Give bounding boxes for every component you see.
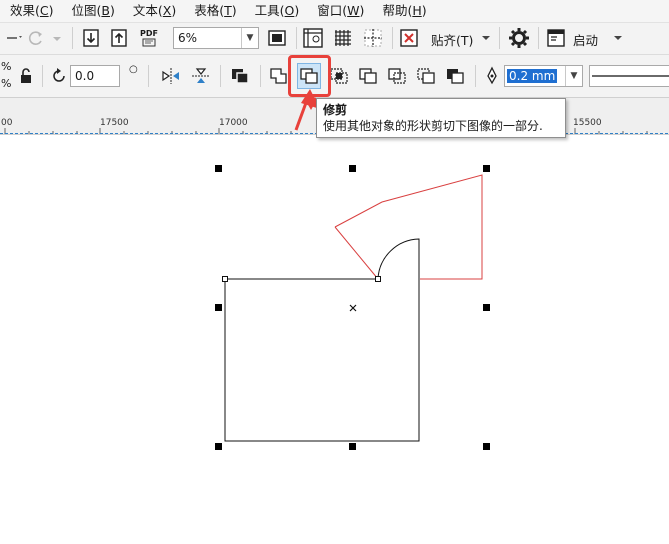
show-guidelines-icon[interactable] (362, 27, 384, 49)
center-marker-icon (349, 304, 357, 312)
menu-window[interactable]: 窗口(W) (307, 0, 372, 22)
gear-icon[interactable] (508, 27, 530, 49)
selection-handle-top-left[interactable] (215, 165, 222, 172)
undo-dropdown-icon[interactable] (4, 29, 22, 47)
full-screen-preview-icon[interactable] (266, 28, 288, 48)
black-trimmed-shape (224, 238, 420, 442)
red-polygon-edge (334, 226, 379, 280)
selection-handle-bottom-right[interactable] (483, 443, 490, 450)
tooltip-title: 修剪 (323, 103, 348, 117)
menu-effects[interactable]: 效果(C) (0, 0, 62, 22)
mirror-vertical-icon[interactable] (190, 66, 212, 86)
selection-handle-right[interactable] (483, 304, 490, 311)
selection-handle-bottom[interactable] (349, 443, 356, 450)
mirror-horizontal-icon[interactable] (160, 66, 182, 86)
snap-dropdown-icon[interactable] (479, 29, 493, 47)
snap-to-label[interactable]: 贴齐(T) (431, 30, 473, 49)
zoom-level-value: 6% (178, 31, 198, 45)
combine-icon[interactable] (229, 66, 251, 86)
scale-percent-bottom: % (1, 77, 12, 90)
selection-handle-top-right[interactable] (483, 165, 490, 172)
import-icon[interactable] (81, 28, 101, 48)
selection-handle-left[interactable] (215, 304, 222, 311)
menu-bitmaps[interactable]: 位图(B) (62, 0, 123, 22)
rotate-icon (50, 67, 68, 85)
simplify-icon[interactable] (357, 66, 379, 86)
drawing-canvas[interactable] (0, 135, 669, 544)
back-minus-front-icon[interactable] (415, 66, 437, 86)
snap-off-icon[interactable] (398, 27, 420, 49)
outline-width-value: 0.2 mm (507, 69, 558, 83)
menu-bar: 效果(C) 位图(B) 文本(X) 表格(T) 工具(O) 窗口(W) 帮助(H… (0, 0, 669, 23)
rotation-angle-input[interactable]: 0.0 (70, 65, 120, 87)
menu-help[interactable]: 帮助(H) (372, 0, 434, 22)
red-polygon-shape (334, 174, 483, 280)
scale-percent-top: % (1, 60, 12, 73)
create-boundary-icon[interactable] (444, 66, 466, 86)
publish-pdf-icon[interactable]: PDF (138, 27, 160, 49)
redo-icon[interactable] (26, 29, 46, 47)
intersect-icon[interactable] (328, 66, 350, 86)
weld-icon[interactable] (268, 66, 290, 86)
menu-text[interactable]: 文本(X) (123, 0, 184, 22)
menu-tools[interactable]: 工具(O) (245, 0, 308, 22)
selection-handle-bottom-left[interactable] (215, 443, 222, 450)
export-icon[interactable] (109, 28, 129, 48)
tooltip-description: 使用其他对象的形状剪切下图像的一部分. (323, 119, 543, 133)
front-minus-back-icon[interactable] (386, 66, 408, 86)
canvas-drawing (222, 174, 483, 442)
outline-style-preview (592, 75, 669, 77)
outline-pen-icon (483, 66, 501, 86)
launcher-label[interactable]: 启动 (573, 30, 598, 49)
standard-toolbar: PDF 6% ▼ 贴齐(T) 启动 (0, 23, 669, 55)
rotation-angle-value: 0.0 (75, 69, 95, 83)
node-handle (222, 276, 228, 282)
trim-tooltip: 修剪 使用其他对象的形状剪切下图像的一部分. (316, 98, 566, 138)
chevron-down-icon: ▼ (565, 66, 582, 86)
lock-ratio-icon[interactable] (18, 67, 34, 85)
menu-table[interactable]: 表格(T) (184, 0, 244, 22)
zoom-level-combo[interactable]: 6% ▼ (173, 27, 259, 49)
property-bar: % % 0.0 ○ 0.2 mm ▼ (0, 55, 669, 98)
show-rulers-icon[interactable] (302, 27, 324, 49)
redo-dropdown-icon[interactable] (50, 29, 64, 47)
degree-symbol: ○ (129, 64, 138, 75)
chevron-down-icon: ▼ (241, 28, 258, 48)
show-grid-icon[interactable] (332, 27, 354, 49)
launcher-dropdown-icon[interactable] (611, 29, 625, 47)
selection-handle-top[interactable] (349, 165, 356, 172)
outline-style-combo[interactable] (589, 65, 669, 87)
node-handle (375, 276, 381, 282)
launcher-icon[interactable] (546, 28, 566, 48)
outline-width-combo[interactable]: 0.2 mm ▼ (504, 65, 583, 87)
trim-highlight-frame (288, 55, 331, 97)
